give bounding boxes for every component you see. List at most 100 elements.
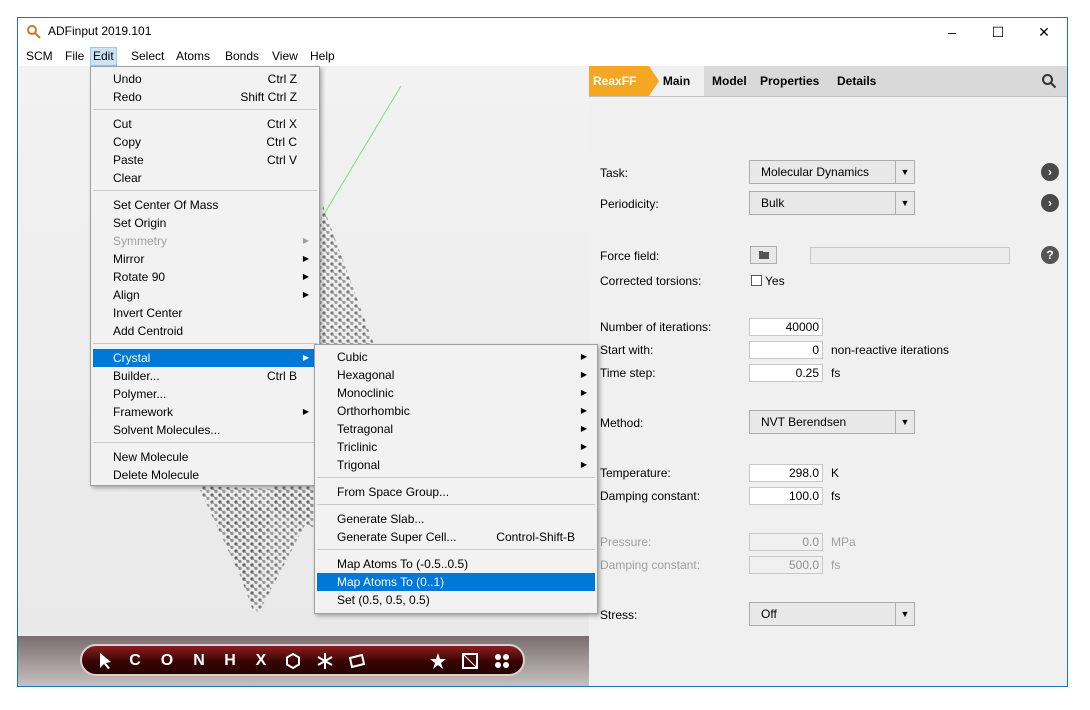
title-bar: ADFinput 2019.101 – ☐ ✕ [18, 18, 1067, 46]
menu-item-monoclinic[interactable]: Monoclinic ▶ [317, 384, 595, 402]
menu-item-set-center[interactable]: Set (0.5, 0.5, 0.5) [317, 591, 595, 609]
menu-item-paste[interactable]: Paste Ctrl V [93, 151, 317, 169]
task-details-button[interactable]: › [1041, 163, 1059, 181]
menu-item-orthorhombic[interactable]: Orthorhombic ▶ [317, 402, 595, 420]
menu-item-add-centroid[interactable]: Add Centroid [93, 322, 317, 340]
tab-properties[interactable]: Properties [760, 66, 819, 96]
tab-separator [649, 66, 659, 96]
timestep-field[interactable]: 0.25 [749, 364, 823, 382]
select-arrow-icon[interactable] [94, 650, 116, 672]
tab-engine[interactable]: ReaxFF [589, 66, 653, 96]
close-button[interactable]: ✕ [1021, 18, 1067, 46]
menu-item-copy[interactable]: Copy Ctrl C [93, 133, 317, 151]
menu-edit[interactable]: Edit [90, 47, 117, 66]
menu-item-framework[interactable]: Framework ▶ [93, 403, 317, 421]
task-value: Molecular Dynamics [761, 165, 870, 179]
menu-select[interactable]: Select [129, 48, 166, 65]
menu-item-triclinic[interactable]: Triclinic ▶ [317, 438, 595, 456]
menu-item-trigonal[interactable]: Trigonal ▶ [317, 456, 595, 474]
method-label: Method: [600, 416, 644, 430]
menu-item-map-atoms-unit[interactable]: Map Atoms To (0..1) [317, 573, 595, 591]
chevron-down-icon: ▼ [895, 411, 914, 433]
app-window: ADFinput 2019.101 – ☐ ✕ SCM File Edit Se… [17, 17, 1068, 687]
damping-unit: fs [831, 489, 841, 503]
search-icon[interactable] [1041, 73, 1057, 89]
menu-item-set-origin[interactable]: Set Origin [93, 214, 317, 232]
corrected-torsions-label: Corrected torsions: [600, 274, 702, 288]
forcefield-path-field[interactable] [810, 247, 1010, 264]
menu-item-cut[interactable]: Cut Ctrl X [93, 115, 317, 133]
element-picker-tool[interactable]: X [250, 650, 272, 672]
damping2-unit: fs [831, 558, 841, 572]
pressure-field: 0.0 [749, 533, 823, 551]
tab-model[interactable]: Model [712, 66, 747, 96]
periodicity-select[interactable]: Bulk ▼ [749, 191, 915, 215]
maximize-button[interactable]: ☐ [975, 18, 1021, 46]
chevron-right-icon: ▶ [580, 370, 587, 379]
damping2-label: Damping constant: [600, 558, 701, 572]
menu-bonds[interactable]: Bonds [223, 48, 261, 65]
menu-item-cubic[interactable]: Cubic ▶ [317, 348, 595, 366]
temperature-field[interactable]: 298.0 [749, 464, 823, 482]
folder-button[interactable] [750, 246, 777, 264]
iterations-label: Number of iterations: [600, 320, 712, 334]
stress-select[interactable]: Off ▼ [749, 602, 915, 626]
menu-item-undo[interactable]: Undo Ctrl Z [93, 70, 317, 88]
forcefield-label: Force field: [600, 249, 660, 263]
carbon-tool[interactable]: C [124, 650, 146, 672]
menu-item-tetragonal[interactable]: Tetragonal ▶ [317, 420, 595, 438]
menu-item-map-atoms-centered[interactable]: Map Atoms To (-0.5..0.5) [317, 555, 595, 573]
menu-item-solvent-molecules[interactable]: Solvent Molecules... [93, 421, 317, 439]
menu-atoms[interactable]: Atoms [174, 48, 212, 65]
task-select[interactable]: Molecular Dynamics ▼ [749, 160, 915, 184]
chevron-right-icon: ▶ [580, 406, 587, 415]
hydrogen-tool[interactable]: H [219, 650, 241, 672]
menu-item-set-center-of-mass[interactable]: Set Center Of Mass [93, 196, 317, 214]
snowflake-icon[interactable] [314, 650, 336, 672]
tab-details[interactable]: Details [837, 66, 876, 96]
fragments-icon[interactable] [491, 650, 513, 672]
menu-item-rotate-90[interactable]: Rotate 90 ▶ [93, 268, 317, 286]
menu-item-new-molecule[interactable]: New Molecule [93, 448, 317, 466]
menu-item-crystal[interactable]: Crystal ▶ [93, 349, 317, 367]
menu-item-redo[interactable]: Redo Shift Ctrl Z [93, 88, 317, 106]
menu-separator [93, 109, 317, 110]
iterations-field[interactable]: 40000 [749, 318, 823, 336]
menu-item-generate-super-cell[interactable]: Generate Super Cell... Control-Shift-B [317, 528, 595, 546]
cell-icon[interactable] [459, 650, 481, 672]
method-select[interactable]: NVT Berendsen ▼ [749, 410, 915, 434]
temperature-unit: K [831, 466, 840, 480]
menu-separator [317, 549, 595, 550]
periodicity-label: Periodicity: [600, 197, 659, 211]
help-icon[interactable]: ? [1041, 246, 1059, 264]
chevron-right-icon: ▶ [580, 352, 587, 361]
periodicity-details-button[interactable]: › [1041, 194, 1059, 212]
menu-view[interactable]: View [270, 48, 300, 65]
menu-item-align[interactable]: Align ▶ [93, 286, 317, 304]
menu-item-clear[interactable]: Clear [93, 169, 317, 187]
chevron-right-icon: ▶ [580, 442, 587, 451]
menu-item-builder[interactable]: Builder... Ctrl B [93, 367, 317, 385]
menu-file[interactable]: File [63, 48, 86, 65]
oxygen-tool[interactable]: O [156, 650, 178, 672]
ring-icon[interactable] [282, 650, 304, 672]
menu-item-delete-molecule[interactable]: Delete Molecule [93, 466, 317, 484]
edit-menu: Undo Ctrl Z Redo Shift Ctrl Z Cut Ctrl X Co… [90, 66, 320, 486]
settings-panel: ReaxFF Main Model Properties Details Tas… [589, 66, 1067, 686]
nitrogen-tool[interactable]: N [188, 650, 210, 672]
menu-item-invert-center[interactable]: Invert Center [93, 304, 317, 322]
star-icon[interactable] [427, 650, 449, 672]
eraser-icon[interactable] [346, 650, 368, 672]
menu-scm[interactable]: SCM [24, 48, 55, 65]
menu-item-hexagonal[interactable]: Hexagonal ▶ [317, 366, 595, 384]
menu-help[interactable]: Help [308, 48, 337, 65]
chevron-right-icon: ▶ [302, 236, 309, 245]
menu-item-generate-slab[interactable]: Generate Slab... [317, 510, 595, 528]
damping-field[interactable]: 100.0 [749, 487, 823, 505]
corrected-torsions-checkbox[interactable] [751, 275, 762, 286]
menu-item-polymer[interactable]: Polymer... [93, 385, 317, 403]
menu-item-mirror[interactable]: Mirror ▶ [93, 250, 317, 268]
minimize-button[interactable]: – [929, 18, 975, 46]
start-with-field[interactable]: 0 [749, 341, 823, 359]
menu-item-from-space-group[interactable]: From Space Group... [317, 483, 595, 501]
